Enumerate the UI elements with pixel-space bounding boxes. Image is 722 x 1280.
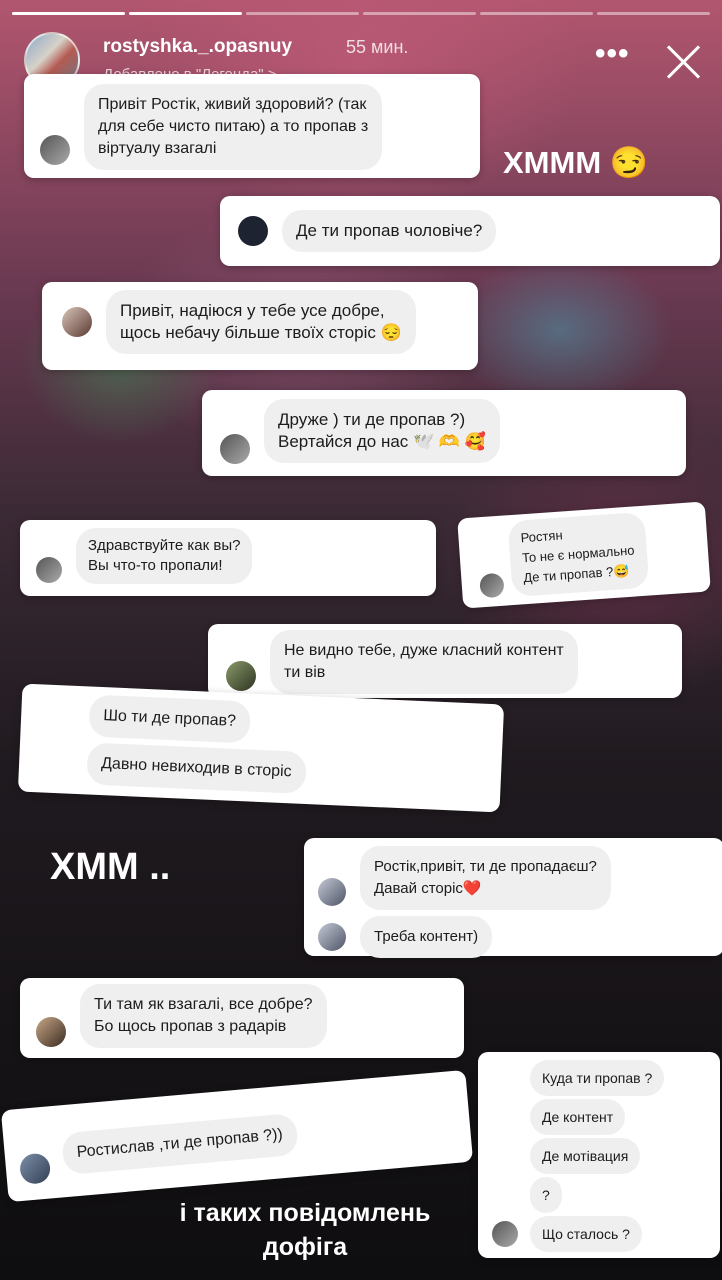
message-bubble: Де мотівация <box>530 1138 641 1174</box>
avatar <box>226 661 256 691</box>
message-row: Що сталось ? <box>492 1216 642 1252</box>
progress-segment <box>480 12 593 15</box>
message-row: Привіт Ростік, живий здоровий? (так для … <box>40 84 383 170</box>
overlay-text: ХММ .. <box>50 846 171 888</box>
message-bubble: Друже ) ти де пропав ?) Вертайся до нас … <box>264 399 500 463</box>
avatar <box>36 557 62 583</box>
progress-segment <box>129 12 242 15</box>
screenshot-card-rotated: Ростян То не є нормально Де ти пропав ?😅 <box>457 501 711 609</box>
progress-segment <box>12 12 125 15</box>
message-bubble: Що сталось ? <box>530 1216 642 1252</box>
message-bubble: Шо ти де пропав? <box>88 694 251 744</box>
message-bubble: Здравствуйте как вы? Вы что-то пропали! <box>76 528 253 584</box>
screenshot-card <box>17 683 505 813</box>
more-options-icon[interactable]: ••• <box>595 39 630 69</box>
avatar <box>62 307 92 337</box>
avatar <box>479 572 505 599</box>
username[interactable]: rostyshka._.opasnuy <box>103 36 292 58</box>
avatar <box>220 434 250 464</box>
avatar <box>36 1017 66 1047</box>
message-row: Не видно тебе, дуже класний контент ти в… <box>226 630 578 694</box>
message-row: Треба контент) <box>318 916 493 958</box>
avatar <box>318 923 346 951</box>
message-bubble: Не видно тебе, дуже класний контент ти в… <box>270 630 578 694</box>
screenshot-card-rotated: Ростислав ,ти де пропав ?)) <box>0 1069 474 1203</box>
avatar <box>238 216 268 246</box>
overlay-text: ХМММ 😏 <box>503 145 649 180</box>
progress-segment <box>597 12 710 15</box>
avatar <box>492 1221 518 1247</box>
message-bubble: Ростік,привіт, ти де пропадаєш? Давай ст… <box>360 846 611 910</box>
message-bubble: Привіт, надіюся у тебе усе добре, щось н… <box>106 290 416 354</box>
message-bubble: ? <box>530 1177 562 1213</box>
message-row: Ти там як взагалі, все добре? Бо щось пр… <box>36 984 327 1048</box>
message-row: Привіт, надіюся у тебе усе добре, щось н… <box>62 290 416 354</box>
avatar <box>18 1152 52 1185</box>
message-bubble: Ростян То не є нормально Де ти пропав ?😅 <box>507 511 650 598</box>
footer-caption: і таких повідомлень дофіга <box>179 1199 431 1261</box>
story-progress-bar <box>12 12 710 15</box>
screenshot-card-rotated: Шо ти де пропав? Давно невиходив в сторі… <box>17 683 505 813</box>
progress-segment <box>246 12 359 15</box>
close-icon[interactable] <box>662 40 706 84</box>
message-row: Ростян То не є нормально Де ти пропав ?😅 <box>476 511 650 600</box>
progress-segment <box>363 12 476 15</box>
message-bubble: Куда ти пропав ? <box>530 1060 665 1096</box>
avatar <box>318 878 346 906</box>
post-time: 55 мин. <box>346 37 409 57</box>
message-bubble: Ти там як взагалі, все добре? Бо щось пр… <box>80 984 327 1048</box>
message-row: Друже ) ти де пропав ?) Вертайся до нас … <box>220 398 500 464</box>
avatar <box>40 135 70 165</box>
message-bubble: Треба контент) <box>360 916 493 958</box>
message-row: Ростік,привіт, ти де пропадаєш? Давай ст… <box>318 846 611 910</box>
message-bubble: Привіт Ростік, живий здоровий? (так для … <box>84 84 383 170</box>
message-bubble: Де ти пропав чоловіче? <box>282 210 497 252</box>
message-bubble: Де контент <box>530 1099 626 1135</box>
message-row: Здравствуйте как вы? Вы что-то пропали! <box>36 528 253 584</box>
message-row: Де ти пропав чоловіче? <box>238 210 497 252</box>
